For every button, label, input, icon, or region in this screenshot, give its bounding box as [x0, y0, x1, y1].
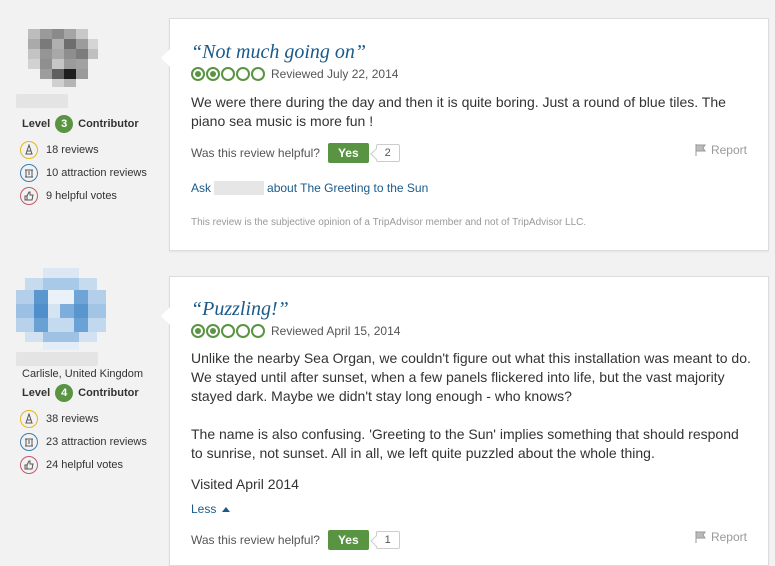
avatar[interactable]: [22, 25, 100, 89]
stat-reviews[interactable]: 38 reviews: [20, 410, 99, 428]
pen-icon: [20, 410, 38, 428]
stat-reviews[interactable]: 18 reviews: [20, 141, 99, 159]
thumbs-up-icon: [20, 187, 38, 205]
report-link[interactable]: Report: [695, 530, 747, 544]
rating-bubble-empty: [236, 67, 250, 81]
bubble-rating: [191, 67, 266, 81]
rating-row: Reviewed July 22, 2014: [191, 67, 398, 81]
bubble-rating: [191, 324, 266, 338]
stat-helpful-votes[interactable]: 9 helpful votes: [20, 187, 117, 205]
rating-bubble-empty: [221, 324, 235, 338]
pen-icon: [20, 141, 38, 159]
username-redacted[interactable]: [16, 352, 98, 366]
stat-helpful-votes[interactable]: 24 helpful votes: [20, 456, 123, 474]
helpful-row: Was this review helpful? Yes 1: [191, 530, 400, 550]
review-date: Reviewed July 22, 2014: [271, 67, 399, 81]
username-redacted[interactable]: [16, 94, 68, 108]
helpful-yes-button[interactable]: Yes: [327, 143, 369, 163]
report-label: Report: [710, 530, 747, 544]
review-body: We were there during the day and then it…: [191, 93, 751, 131]
caret-up-icon: [222, 506, 231, 512]
review-date: Reviewed April 15, 2014: [271, 324, 401, 338]
rating-bubble-empty: [221, 67, 235, 81]
stat-text: 24 helpful votes: [46, 459, 124, 471]
flag-icon: [695, 531, 706, 543]
card-pointer: [161, 307, 170, 325]
level-label: Level: [22, 118, 51, 130]
review-title[interactable]: “Not much going on”: [191, 41, 366, 64]
stat-text: 23 attraction reviews: [46, 436, 147, 448]
helpful-prompt: Was this review helpful?: [191, 533, 320, 547]
stat-attraction-reviews[interactable]: 23 attraction reviews: [20, 433, 147, 451]
less-link[interactable]: Less: [191, 502, 231, 516]
helpful-row: Was this review helpful? Yes 2: [191, 143, 400, 163]
rating-bubble-empty: [251, 324, 265, 338]
review-body: Unlike the nearby Sea Organ, we couldn't…: [191, 349, 751, 463]
stat-text: 38 reviews: [46, 413, 99, 425]
level-badge: 4: [55, 384, 74, 402]
ask-prefix: Ask: [191, 181, 212, 195]
attraction-icon: [20, 433, 38, 451]
contributor-level: Level 3 Contributor: [22, 115, 139, 133]
stat-attraction-reviews[interactable]: 10 attraction reviews: [20, 164, 147, 182]
ask-reviewer-link[interactable]: Ask about The Greeting to the Sun: [191, 181, 428, 195]
contributor-level: Level 4 Contributor: [22, 384, 139, 402]
ask-suffix: about The Greeting to the Sun: [267, 181, 429, 195]
card-pointer: [161, 49, 170, 67]
rating-bubble-filled: [191, 324, 205, 338]
rating-bubble-filled: [206, 67, 220, 81]
report-label: Report: [710, 143, 747, 157]
avatar[interactable]: [16, 268, 106, 350]
level-label: Level: [22, 387, 51, 399]
stat-text: 18 reviews: [46, 144, 99, 156]
rating-bubble-empty: [251, 67, 265, 81]
visited-date: Visited April 2014: [191, 476, 299, 492]
username-redacted: [214, 181, 265, 195]
report-link[interactable]: Report: [695, 143, 747, 157]
level-badge: 3: [55, 115, 74, 133]
attraction-icon: [20, 164, 38, 182]
contributor-role: Contributor: [78, 118, 139, 130]
rating-bubble-filled: [206, 324, 220, 338]
review-title[interactable]: “Puzzling!”: [191, 298, 289, 321]
helpful-count: 1: [375, 531, 400, 549]
stat-text: 9 helpful votes: [46, 190, 117, 202]
helpful-yes-button[interactable]: Yes: [327, 530, 369, 550]
helpful-count: 2: [375, 144, 400, 162]
less-label: Less: [191, 502, 217, 516]
contributor-role: Contributor: [78, 387, 139, 399]
rating-bubble-filled: [191, 67, 205, 81]
rating-bubble-empty: [236, 324, 250, 338]
stat-text: 10 attraction reviews: [46, 167, 147, 179]
review-paragraph: We were there during the day and then it…: [191, 94, 726, 129]
reviewer-location: Carlisle, United Kingdom: [22, 368, 144, 380]
thumbs-up-icon: [20, 456, 38, 474]
flag-icon: [695, 144, 706, 156]
review-paragraph: The name is also confusing. 'Greeting to…: [191, 426, 739, 461]
helpful-prompt: Was this review helpful?: [191, 146, 320, 160]
disclaimer: This review is the subjective opinion of…: [191, 217, 587, 228]
review-paragraph: Unlike the nearby Sea Organ, we couldn't…: [191, 350, 751, 404]
rating-row: Reviewed April 15, 2014: [191, 324, 400, 338]
